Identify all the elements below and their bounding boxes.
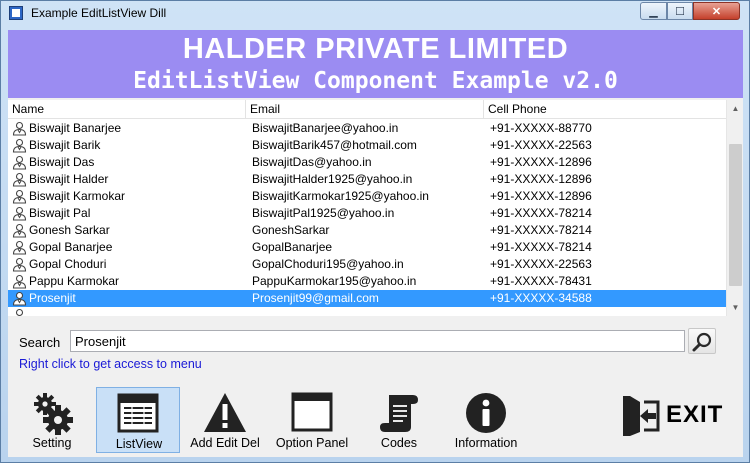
search-input[interactable] [70, 330, 685, 352]
row-phone: +91-XXXXX-78214 [490, 206, 592, 220]
user-icon [12, 223, 27, 238]
row-phone: +91-XXXXX-22563 [490, 257, 592, 271]
window-panel-icon [291, 392, 333, 432]
row-email: GoneshSarkar [252, 223, 330, 237]
contacts-listview[interactable]: Name Email Cell Phone Biswajit Banarjee B… [8, 100, 743, 316]
row-email: BiswajitHalder1925@yahoo.in [252, 172, 413, 186]
table-icon [117, 393, 159, 433]
row-name: Prosenjit [29, 291, 76, 305]
gear-icon [34, 393, 73, 435]
listview-header: Name Email Cell Phone [8, 100, 726, 119]
row-phone: +91-XXXXX-34588 [490, 291, 592, 305]
row-name: Biswajit Halder [29, 172, 109, 186]
user-icon [12, 206, 27, 221]
table-row[interactable]: Biswajit Barik BiswajitBarik457@hotmail.c… [8, 137, 726, 154]
scroll-icon [380, 395, 418, 432]
user-icon [12, 155, 27, 170]
row-email: GopalChoduri195@yahoo.in [252, 257, 404, 271]
scroll-up-icon[interactable]: ▲ [727, 100, 743, 117]
row-phone: +91-XXXXX-88770 [490, 121, 592, 135]
row-phone: +91-XXXXX-22563 [490, 138, 592, 152]
row-phone: +91-XXXXX-78431 [490, 274, 592, 288]
user-icon [12, 240, 27, 255]
row-name: Biswajit Karmokar [29, 189, 126, 203]
row-name: Pappu Karmokar [29, 274, 120, 288]
context-menu-hint: Right click to get access to menu [19, 357, 202, 371]
row-phone: +91-XXXXX-78214 [490, 223, 592, 237]
component-subtitle: EditListView Component Example v2.0 [133, 68, 618, 94]
table-row-partial[interactable] [8, 307, 726, 316]
table-row[interactable]: Prosenjit Prosenjit99@gmail.com +91-XXXXX-… [8, 290, 726, 307]
info-icon [466, 393, 506, 433]
add-edit-del-button[interactable]: Add Edit Del [183, 387, 267, 453]
scroll-thumb[interactable] [729, 144, 742, 286]
minimize-button[interactable]: ▁ [640, 2, 667, 20]
row-name: Gopal Choduri [29, 257, 107, 271]
window-title: Example EditListView Dill [31, 6, 167, 20]
row-email: PappuKarmokar195@yahoo.in [252, 274, 417, 288]
row-email: GopalBanarjee [252, 240, 333, 254]
user-icon [12, 189, 27, 204]
exit-label: EXIT [666, 401, 724, 428]
information-button[interactable]: Information [444, 387, 528, 453]
row-email: BiswajitDas@yahoo.in [252, 155, 372, 169]
maximize-button[interactable]: ☐ [667, 2, 693, 20]
column-header-email[interactable]: Email [246, 100, 484, 119]
search-button[interactable] [688, 328, 716, 354]
search-label: Search [19, 335, 61, 350]
title-bar[interactable]: Example EditListView Dill ▁ ☐ ✕ [1, 1, 749, 25]
vertical-scrollbar[interactable]: ▲ ▼ [726, 100, 743, 316]
exit-button[interactable]: EXIT [618, 394, 730, 438]
row-email: BiswajitPal1925@yahoo.in [252, 206, 395, 220]
table-row[interactable]: Gonesh Sarkar GoneshSarkar +91-XXXXX-78214 [8, 222, 726, 239]
table-row[interactable]: Biswajit Halder BiswajitHalder1925@yahoo.… [8, 171, 726, 188]
search-icon [692, 332, 712, 352]
close-button[interactable]: ✕ [693, 2, 740, 20]
user-icon [12, 274, 27, 289]
row-name: Biswajit Banarjee [29, 121, 122, 135]
row-email: BiswajitBarik457@hotmail.com [252, 138, 417, 152]
row-phone: +91-XXXXX-78214 [490, 240, 592, 254]
user-icon [12, 291, 27, 306]
setting-button[interactable]: Setting [10, 387, 94, 453]
row-phone: +91-XXXXX-12896 [490, 172, 592, 186]
column-header-name[interactable]: Name [8, 100, 246, 119]
option-panel-button[interactable]: Option Panel [270, 387, 354, 453]
scroll-down-icon[interactable]: ▼ [727, 299, 743, 316]
table-row[interactable]: Biswajit Banarjee BiswajitBanarjee@yahoo.… [8, 120, 726, 137]
column-header-phone[interactable]: Cell Phone [484, 100, 726, 119]
company-title: HALDER PRIVATE LIMITED [182, 33, 569, 65]
listview-button[interactable]: ListView [96, 387, 180, 453]
row-name: Gopal Banarjee [29, 240, 113, 254]
table-row[interactable]: Gopal Banarjee GopalBanarjee +91-XXXXX-782… [8, 239, 726, 256]
table-row[interactable]: Biswajit Karmokar BiswajitKarmokar1925@ya… [8, 188, 726, 205]
row-email: Prosenjit99@gmail.com [252, 291, 379, 305]
row-phone: +91-XXXXX-12896 [490, 155, 592, 169]
table-row[interactable]: Biswajit Das BiswajitDas@yahoo.in +91-XXXX… [8, 154, 726, 171]
codes-button[interactable]: Codes [357, 387, 441, 453]
header-banner: HALDER PRIVATE LIMITED EditListView Comp… [8, 30, 743, 98]
user-icon [12, 138, 27, 153]
row-name: Biswajit Barik [29, 138, 101, 152]
row-email: BiswajitBanarjee@yahoo.in [252, 121, 399, 135]
table-row[interactable]: Biswajit Pal BiswajitPal1925@yahoo.in +91-… [8, 205, 726, 222]
warning-icon [204, 393, 246, 432]
table-row[interactable]: Pappu Karmokar PappuKarmokar195@yahoo.in +… [8, 273, 726, 290]
client-area: HALDER PRIVATE LIMITED EditListView Comp… [8, 30, 743, 457]
exit-door-icon [623, 396, 660, 436]
row-name: Biswajit Pal [29, 206, 91, 220]
user-icon [12, 172, 27, 187]
information-label: Information [454, 436, 518, 450]
table-row[interactable]: Gopal Choduri GopalChoduri195@yahoo.in +91… [8, 256, 726, 273]
row-name: Gonesh Sarkar [29, 223, 110, 237]
row-name: Biswajit Das [29, 155, 95, 169]
user-icon [12, 121, 27, 136]
user-icon [12, 257, 27, 272]
user-icon [15, 308, 24, 316]
row-phone: +91-XXXXX-12896 [490, 189, 592, 203]
row-email: BiswajitKarmokar1925@yahoo.in [252, 189, 429, 203]
listview-rows: Biswajit Banarjee BiswajitBanarjee@yahoo.… [8, 120, 726, 316]
app-icon [9, 6, 23, 20]
app-window: Example EditListView Dill ▁ ☐ ✕ HALDER P… [0, 0, 750, 463]
